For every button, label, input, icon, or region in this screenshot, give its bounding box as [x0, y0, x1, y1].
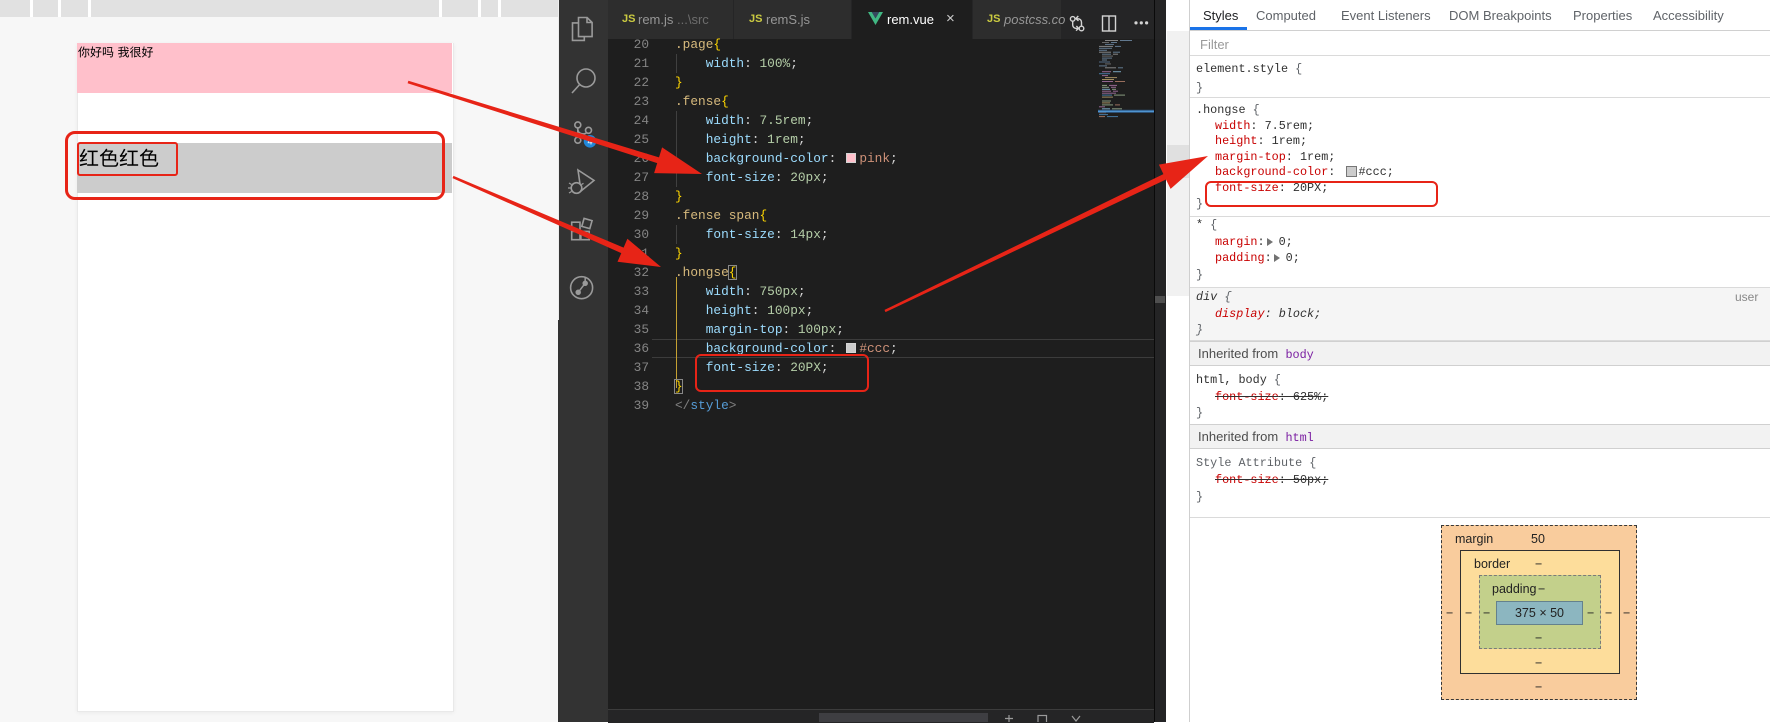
svg-text:4: 4 — [587, 137, 592, 147]
